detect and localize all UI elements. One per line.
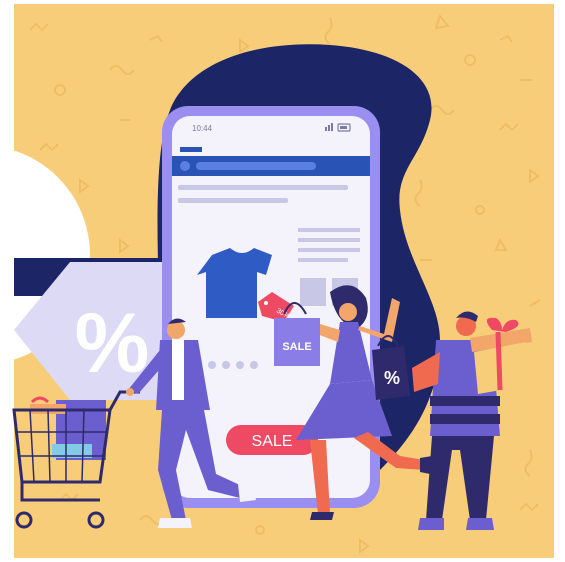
sale-button-label: SALE [252, 433, 293, 450]
header-search-bar [196, 162, 316, 170]
status-time: 10:44 [192, 124, 213, 133]
header-avatar [180, 161, 190, 171]
product-thumbnail [300, 278, 326, 306]
illustration: % 10:44 SALE 30% SALE % [0, 0, 565, 562]
content-line [178, 185, 348, 190]
shopping-illustration: % 10:44 SALE 30% SALE % [0, 4, 554, 558]
header-tab [180, 147, 202, 152]
percent-bag-label: % [384, 368, 400, 388]
content-line [178, 198, 288, 203]
sale-bag-label: SALE [282, 341, 311, 353]
percent-tag-symbol: % [75, 296, 150, 390]
